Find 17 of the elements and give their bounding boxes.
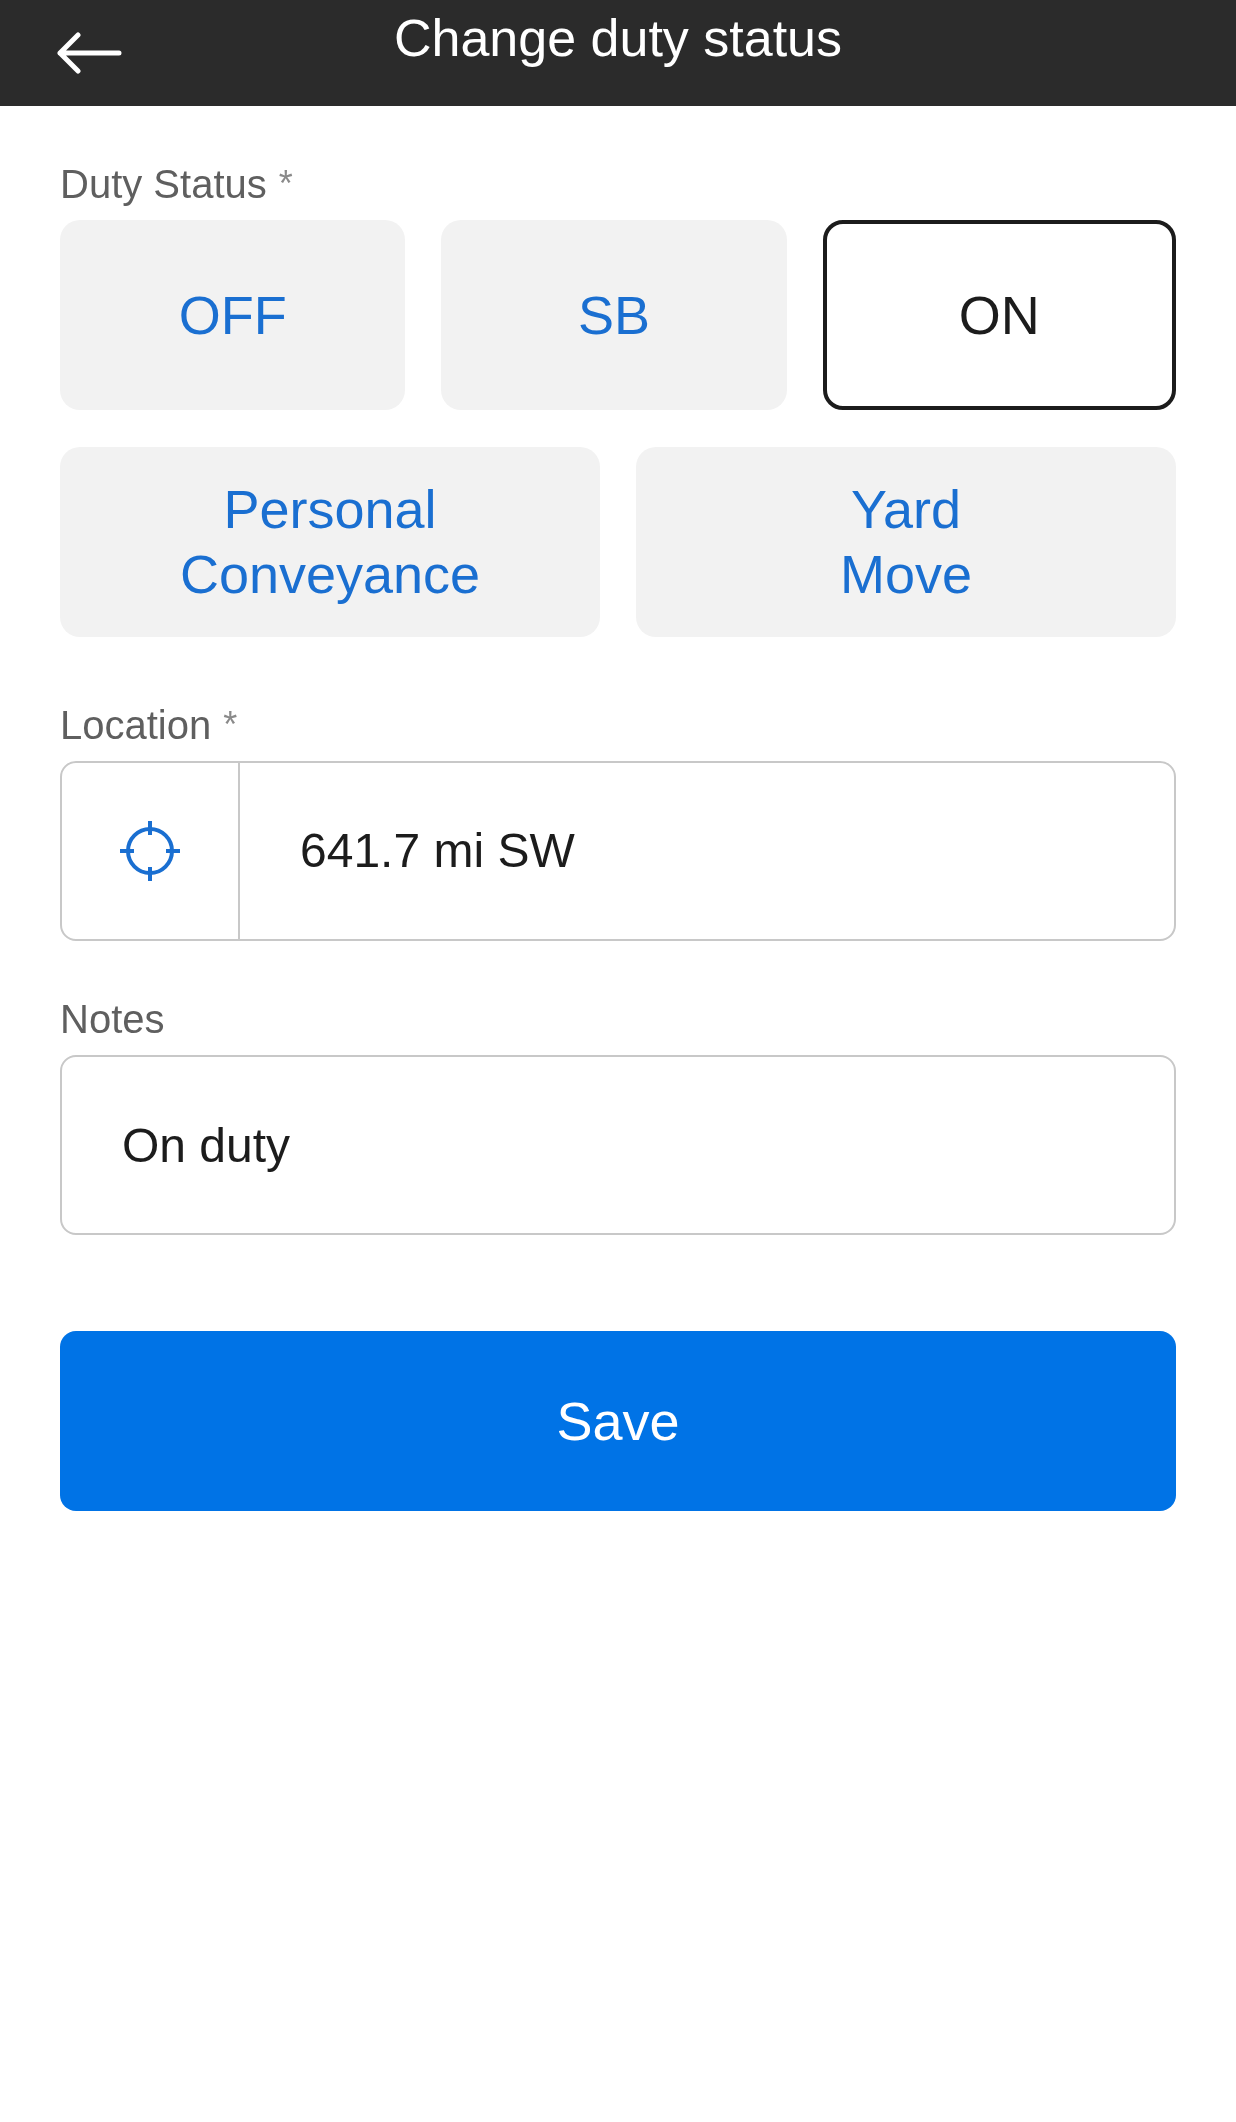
back-arrow-icon <box>56 32 122 74</box>
location-field[interactable]: 641.7 mi SW <box>60 761 1176 941</box>
status-option[interactable]: ON <box>822 220 1176 410</box>
field-label: Location <box>60 705 212 745</box>
required-mark: * <box>278 166 293 202</box>
location-input[interactable]: 641.7 mi SW <box>240 763 1174 939</box>
crosshair-icon <box>118 819 182 883</box>
page-title: Change duty status <box>393 8 843 69</box>
field-label: Duty Status <box>60 164 267 204</box>
field-label: Notes <box>60 999 165 1039</box>
status-option[interactable]: SB <box>441 220 787 410</box>
status-option[interactable]: Yard Move <box>636 447 1176 637</box>
status-option[interactable]: OFF <box>60 220 406 410</box>
notes-field[interactable]: On duty <box>60 1055 1176 1235</box>
required-mark: * <box>223 707 238 743</box>
save-button[interactable]: Save <box>60 1331 1176 1511</box>
status-option[interactable]: Personal Conveyance <box>60 447 600 637</box>
